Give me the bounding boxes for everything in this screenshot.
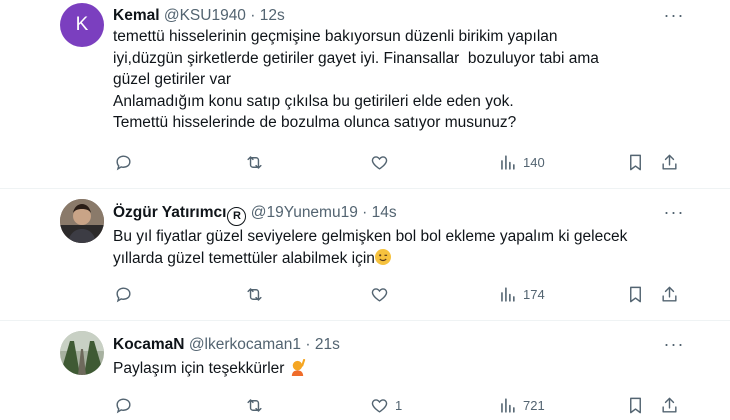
raising-hand-emoji-icon [289,358,306,383]
bookmark-icon [630,286,641,303]
tweet-text-line: Temettü hisselerinde de bozulma olunca s… [113,114,517,131]
like-button[interactable] [370,285,389,304]
author-name[interactable]: KocamaN [113,336,185,353]
share-icon [662,397,677,413]
retweet-button[interactable] [245,285,264,304]
views-count: 721 [523,398,545,413]
tweet-text: temettü hisselerinin geçmişine bakıyorsu… [113,26,599,134]
winking-face-icon [374,248,391,265]
avatar[interactable] [60,331,104,375]
tweet-text: Bu yıl fiyatlar güzel seviyelere gelmişk… [113,226,627,269]
registered-badge: R [227,207,247,226]
tweet-text-line: Bu yıl fiyatlar güzel seviyelere gelmişk… [113,228,628,245]
more-options-icon[interactable]: ··· [662,334,686,354]
tweet-divider [0,320,730,321]
views-button[interactable]: 721 [498,396,545,415]
timestamp[interactable]: 14s [372,204,397,221]
author-name[interactable]: Kemal [113,7,160,24]
share-button[interactable] [660,285,679,304]
retweet-button[interactable] [245,396,264,415]
like-button[interactable]: 1 [370,396,402,415]
tweet-text-line: yıllarda güzel temettüler alabilmek için [113,249,375,267]
bookmark-icon [630,397,641,414]
reply-button[interactable] [114,396,133,415]
retweet-icon [247,399,262,412]
reply-button[interactable] [114,153,133,172]
views-button[interactable]: 174 [498,285,545,304]
bookmark-icon [630,154,641,171]
views-button[interactable]: 140 [498,153,545,172]
tweet-text-line: Paylaşım için teşekkürler [113,360,285,377]
likes-count: 1 [395,398,403,413]
views-chart-icon [501,155,515,170]
author-handle[interactable]: @lkerkocaman1 [189,336,301,353]
avatar[interactable] [60,199,104,243]
share-button[interactable] [660,396,679,415]
reply-button[interactable] [114,285,133,304]
author-name[interactable]: Özgür Yatırımcı [113,204,226,221]
views-chart-icon [501,398,515,413]
reply-icon [116,155,131,171]
share-icon [662,154,677,170]
share-icon [662,286,677,302]
views-count: 140 [523,155,545,170]
heart-icon [371,156,388,170]
more-options-icon[interactable]: ··· [662,5,686,25]
timestamp[interactable]: 21s [315,336,340,353]
tweet-text: Paylaşım için teşekkürler [113,358,306,383]
bookmark-button[interactable] [626,153,645,172]
tweet-divider [0,188,730,189]
more-options-icon[interactable]: ··· [662,202,686,222]
like-button[interactable] [370,153,389,172]
tweet-text-line: Anlamadığım konu satıp çıkılsa bu getiri… [113,92,514,110]
tweet-text-line: temettü hisselerinin geçmişine bakıyorsu… [113,28,558,45]
share-button[interactable] [660,153,679,172]
author-handle[interactable]: @19Yunemu19 [251,204,358,221]
views-count: 174 [523,287,545,302]
separator-dot: · [362,204,368,221]
views-chart-icon [501,287,515,302]
avatar-letter: K [75,14,89,35]
tweet-actions: 140 [0,153,730,175]
reply-icon [116,287,131,303]
avatar[interactable]: K [60,3,104,47]
timestamp[interactable]: 12s [260,7,285,24]
heart-icon [371,399,388,413]
separator-dot: · [305,336,311,353]
avatar-photo [60,331,104,375]
heart-icon [371,288,388,302]
separator-dot: · [250,7,256,24]
bookmark-button[interactable] [626,285,645,304]
reply-icon [116,398,131,414]
retweet-icon [247,156,262,169]
retweet-icon [247,288,262,301]
bookmark-button[interactable] [626,396,645,415]
tweet-text-line: iyi,düzgün şirketlerde getiriler gayet i… [113,49,599,67]
retweet-button[interactable] [245,153,264,172]
tweet-actions: 1 721 [0,396,730,418]
tweet-actions: 174 [0,285,730,307]
author-handle[interactable]: @KSU1940 [164,7,246,24]
avatar-photo [60,199,104,243]
tweet-text-line: güzel getiriler var [113,71,232,88]
